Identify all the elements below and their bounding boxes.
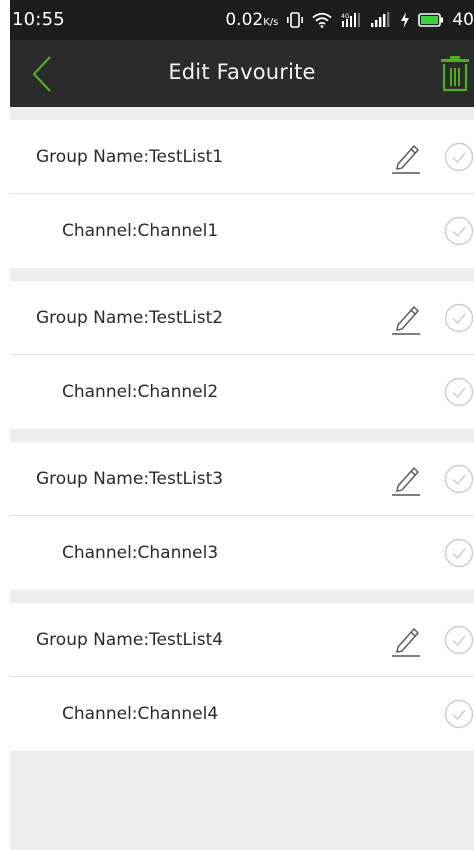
pencil-icon[interactable] bbox=[390, 141, 422, 175]
status-bar: 10:55 0.02K/s 4G 40 bbox=[10, 0, 474, 40]
pencil-icon[interactable] bbox=[390, 302, 422, 336]
check-circle-icon[interactable] bbox=[444, 142, 474, 172]
group-name-label: Group Name:TestList2 bbox=[36, 307, 224, 328]
page-title: Edit Favourite bbox=[168, 60, 316, 84]
trash-icon bbox=[441, 56, 469, 92]
group-name-label: Group Name:TestList3 bbox=[36, 468, 224, 489]
channel-row[interactable]: Channel:Channel2 bbox=[10, 355, 474, 429]
group-row[interactable]: Group Name:TestList1 bbox=[10, 120, 474, 194]
favourite-group-list: Group Name:TestList1 Channel:Channel1 Gr… bbox=[10, 107, 474, 751]
status-indicators: 0.02K/s 4G 40 bbox=[225, 10, 474, 30]
signal-4g-icon: 4G bbox=[340, 12, 362, 28]
check-circle-icon[interactable] bbox=[444, 377, 474, 407]
vibrate-icon bbox=[286, 12, 304, 28]
section-divider bbox=[10, 590, 474, 603]
channel-name-label: Channel:Channel3 bbox=[62, 543, 219, 563]
group-name-label: Group Name:TestList4 bbox=[36, 629, 224, 650]
network-speed-value: 0.02 bbox=[225, 10, 264, 30]
wifi-icon bbox=[312, 12, 332, 28]
battery-level: 40 bbox=[452, 10, 474, 30]
channel-row[interactable]: Channel:Channel4 bbox=[10, 677, 474, 751]
channel-name-label: Channel:Channel4 bbox=[62, 704, 219, 724]
section-divider bbox=[10, 268, 474, 281]
charging-icon bbox=[400, 12, 410, 28]
section-divider bbox=[10, 107, 474, 120]
check-circle-icon[interactable] bbox=[444, 625, 474, 655]
check-circle-icon[interactable] bbox=[444, 464, 474, 494]
check-circle-icon[interactable] bbox=[444, 699, 474, 729]
pencil-icon[interactable] bbox=[390, 463, 422, 497]
network-speed-unit: K/s bbox=[263, 17, 279, 28]
check-circle-icon[interactable] bbox=[444, 216, 474, 246]
svg-text:4G: 4G bbox=[341, 13, 350, 20]
group-row[interactable]: Group Name:TestList2 bbox=[10, 281, 474, 355]
app-bar: Edit Favourite bbox=[10, 40, 474, 107]
channel-row[interactable]: Channel:Channel3 bbox=[10, 516, 474, 590]
delete-button[interactable] bbox=[438, 54, 472, 94]
group-name-label: Group Name:TestList1 bbox=[36, 146, 224, 167]
app-screen: 10:55 0.02K/s 4G 40 Edit Favourite Group… bbox=[10, 0, 474, 850]
check-circle-icon[interactable] bbox=[444, 538, 474, 568]
section-divider bbox=[10, 429, 474, 442]
group-row[interactable]: Group Name:TestList4 bbox=[10, 603, 474, 677]
pencil-icon[interactable] bbox=[390, 624, 422, 658]
network-speed: 0.02K/s bbox=[225, 10, 278, 30]
signal-icon bbox=[370, 12, 392, 28]
battery-icon bbox=[418, 12, 444, 28]
channel-row[interactable]: Channel:Channel1 bbox=[10, 194, 474, 268]
check-circle-icon[interactable] bbox=[444, 303, 474, 333]
channel-name-label: Channel:Channel2 bbox=[62, 382, 219, 402]
status-time: 10:55 bbox=[12, 9, 65, 30]
channel-name-label: Channel:Channel1 bbox=[62, 221, 219, 241]
group-row[interactable]: Group Name:TestList3 bbox=[10, 442, 474, 516]
